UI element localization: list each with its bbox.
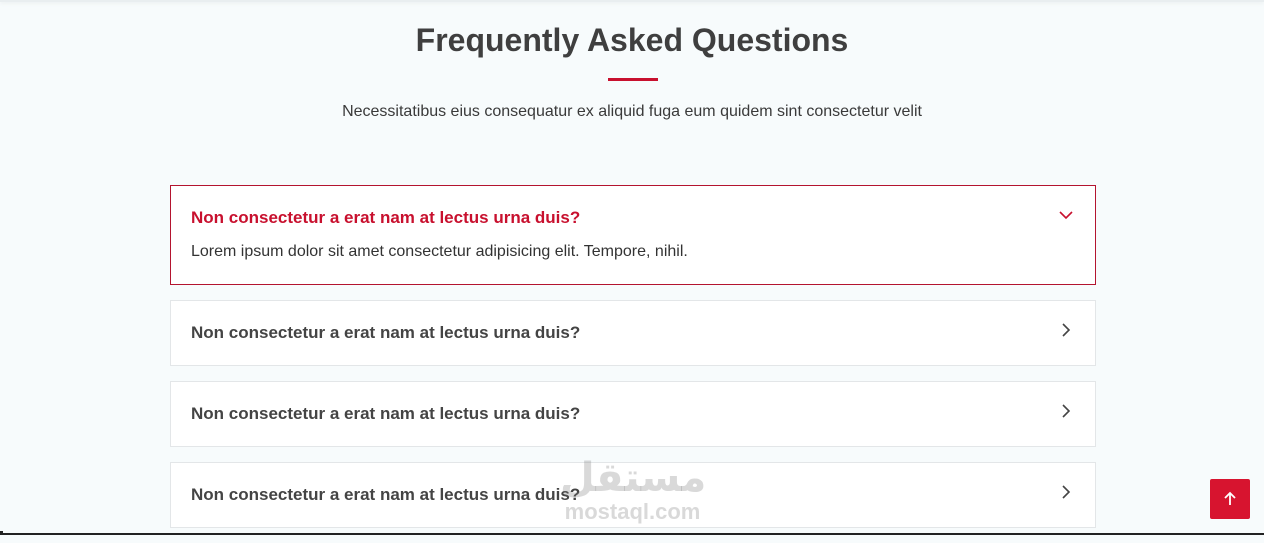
section-title: Frequently Asked Questions [415,22,849,58]
faq-question[interactable]: Non consectetur a erat nam at lectus urn… [191,485,580,505]
section-subtitle: Necessitatibus eius consequatur ex aliqu… [342,103,922,120]
faq-item[interactable]: Non consectetur a erat nam at lectus urn… [170,300,1096,366]
faq-item[interactable]: Non consectetur a erat nam at lectus urn… [170,185,1096,285]
faq-answer: Lorem ipsum dolor sit amet consectetur a… [191,243,688,260]
header-shadow [0,0,1264,2]
faq-question[interactable]: Non consectetur a erat nam at lectus urn… [191,323,580,343]
arrow-up-icon [1224,491,1236,505]
faq-list: Non consectetur a erat nam at lectus urn… [170,185,1096,543]
chevron-right-icon[interactable] [1057,483,1075,501]
faq-item[interactable]: Non consectetur a erat nam at lectus urn… [170,381,1096,447]
back-to-top-button[interactable] [1210,479,1250,519]
chevron-down-icon[interactable] [1057,206,1075,224]
chevron-right-icon[interactable] [1057,402,1075,420]
chevron-right-icon[interactable] [1057,321,1075,339]
faq-question[interactable]: Non consectetur a erat nam at lectus urn… [191,404,580,424]
faq-question[interactable]: Non consectetur a erat nam at lectus urn… [191,208,580,228]
faq-item[interactable]: Non consectetur a erat nam at lectus urn… [170,462,1096,528]
title-underline [608,78,658,81]
